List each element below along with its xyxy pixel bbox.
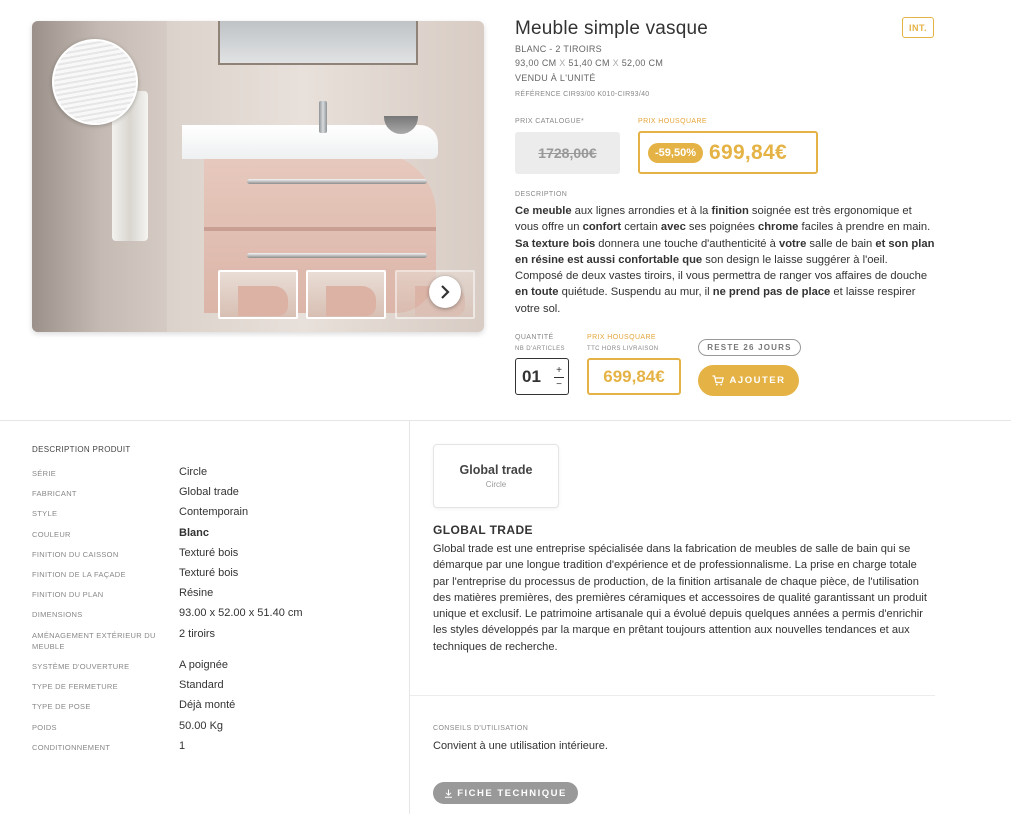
download-icon	[445, 789, 453, 798]
order-price: 699,84€	[587, 358, 681, 395]
spec-value: Déjà monté	[179, 699, 236, 711]
spec-key: FINITION DU PLAN	[32, 590, 104, 599]
spec-value: A poignée	[179, 659, 228, 671]
specs-title: DESCRIPTION PRODUIT	[32, 445, 131, 454]
quantity-decrease-button[interactable]: −	[554, 378, 564, 391]
discount-badge: -59,50%	[648, 142, 703, 163]
gallery-drawer-line	[204, 227, 436, 231]
drawer-handle	[247, 253, 427, 258]
quantity-sub-label: NB D'ARTICLES	[515, 346, 565, 352]
add-to-cart-label: AJOUTER	[729, 375, 786, 386]
quantity-label: QUANTITÉ	[515, 334, 554, 341]
spec-value: Standard	[179, 679, 224, 691]
spec-value: Texturé bois	[179, 567, 239, 579]
order-price-label: PRIX HOUSQUARE	[587, 334, 656, 341]
spec-key: FINITION DE LA FAÇADE	[32, 570, 126, 579]
spec-key: DIMENSIONS	[32, 610, 83, 619]
dimension-value: 52,00 CM	[621, 58, 664, 68]
gallery-next-button[interactable]	[429, 276, 461, 308]
product-reference: RÉFÉRENCE CIR93/00 K010-CIR93/40	[515, 91, 650, 98]
technical-sheet-label: FICHE TECHNIQUE	[457, 787, 567, 799]
product-color: BLANC - 2 TIROIRS	[515, 44, 602, 54]
spec-value: 2 tiroirs	[179, 628, 216, 640]
quantity-value: 01	[522, 366, 541, 386]
brand-logo-name: Global trade	[459, 463, 533, 477]
spec-value: 50.00 Kg	[179, 720, 224, 732]
cart-icon	[712, 375, 724, 386]
gallery-mirror	[218, 21, 418, 65]
spec-key: COULEUR	[32, 530, 71, 539]
spec-key: FINITION DU CAISSON	[32, 550, 119, 559]
spec-key: SYSTÈME D'OUVERTURE	[32, 662, 130, 671]
spec-key: POIDS	[32, 723, 57, 732]
spec-value: Texturé bois	[179, 547, 239, 559]
description-label: DESCRIPTION	[515, 191, 568, 198]
housquare-price-box: -59,50% 699,84€	[638, 131, 818, 174]
product-gallery	[32, 21, 484, 332]
add-to-cart-button[interactable]: AJOUTER	[698, 365, 799, 396]
spec-key: AMÉNAGEMENT EXTÉRIEUR DU MEUBLE	[32, 631, 156, 651]
spec-value: Contemporain	[179, 506, 249, 518]
column-divider	[409, 421, 410, 814]
spec-value: 93.00 x 52.00 x 51.40 cm	[179, 607, 303, 619]
gallery-thumbnail-1[interactable]	[218, 270, 298, 319]
interior-badge: INT.	[902, 17, 934, 38]
catalogue-price-label: PRIX CATALOGUE*	[515, 118, 585, 125]
section-divider	[0, 420, 1011, 421]
spec-key: TYPE DE POSE	[32, 702, 91, 711]
spec-value: Circle	[179, 466, 208, 478]
spec-value: Blanc	[179, 527, 209, 539]
brand-series: Circle	[485, 480, 507, 489]
spec-key: SÉRIE	[32, 469, 57, 478]
product-description: Ce meuble aux lignes arrondies et à la f…	[515, 205, 935, 315]
dimension-separator: X	[612, 58, 619, 68]
spec-value: Résine	[179, 587, 214, 599]
days-left-badge: RESTE 26 JOURS	[698, 339, 801, 356]
dimension-separator: X	[559, 58, 566, 68]
usage-label: CONSEILS D'UTILISATION	[433, 725, 529, 732]
gallery-thumbnail-2[interactable]	[306, 270, 386, 319]
spec-key: STYLE	[32, 509, 58, 518]
product-dimensions: 93,00 CM X 51,40 CM X 52,00 CM	[515, 58, 663, 68]
spec-key: CONDITIONNEMENT	[32, 743, 111, 752]
chevron-right-icon	[441, 285, 450, 299]
quantity-increase-button[interactable]: +	[554, 364, 564, 378]
catalogue-price: 1728,00€	[515, 132, 620, 174]
housquare-price-label: PRIX HOUSQUARE	[638, 118, 707, 125]
product-title: Meuble simple vasque	[515, 18, 709, 39]
spec-value: 1	[179, 740, 186, 752]
brand-heading: GLOBAL TRADE	[433, 523, 533, 537]
spec-value: Global trade	[179, 486, 239, 498]
dimension-value: 51,40 CM	[568, 58, 610, 68]
housquare-price: 699,84€	[708, 140, 787, 164]
brand-description: Global trade est une entreprise spéciali…	[433, 543, 927, 653]
quantity-stepper[interactable]: 01 + −	[515, 358, 569, 395]
sold-unit: VENDU À L'UNITÉ	[515, 73, 596, 83]
spec-key: FABRICANT	[32, 489, 77, 498]
brand-divider	[410, 695, 935, 696]
spec-key: TYPE DE FERMETURE	[32, 682, 118, 691]
drawer-handle	[247, 179, 427, 184]
gallery-faucet	[319, 101, 327, 133]
order-price-sub-label: TTC HORS LIVRAISON	[587, 346, 659, 352]
texture-swatch	[52, 39, 138, 125]
technical-sheet-button[interactable]: FICHE TECHNIQUE	[433, 782, 578, 804]
quantity-controls: + −	[554, 364, 564, 391]
dimension-value: 93,00 CM	[515, 58, 557, 68]
usage-text: Convient à une utilisation intérieure.	[433, 740, 608, 752]
brand-card[interactable]: Global trade Circle	[433, 444, 559, 508]
